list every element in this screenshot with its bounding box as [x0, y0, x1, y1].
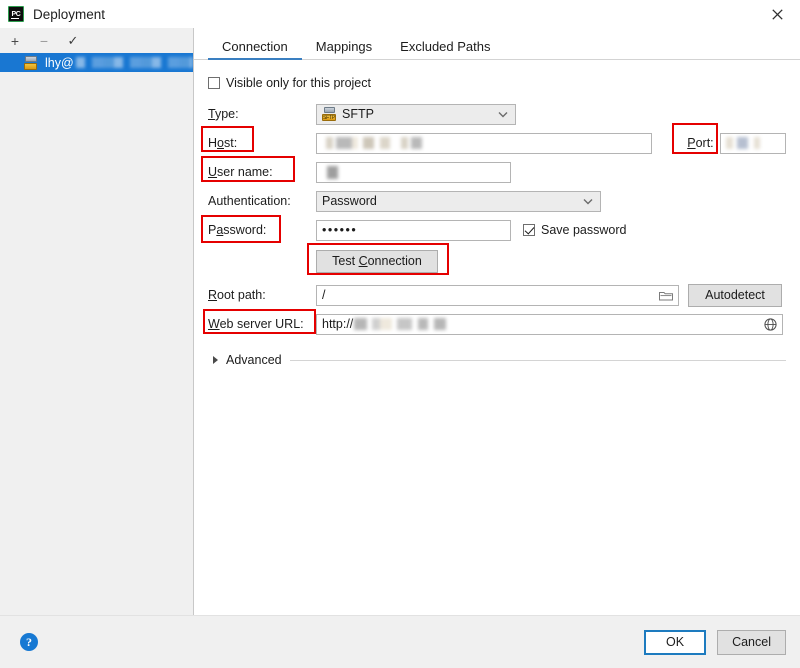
servers-panel: + − ✓ lhy@ [0, 28, 194, 615]
ok-button[interactable]: OK [644, 629, 707, 655]
redacted-url-value [354, 318, 447, 330]
authentication-label: Authentication: [208, 194, 291, 208]
dialog-body: + − ✓ lhy@ Connection Mappings Excluded … [0, 28, 800, 615]
autodetect-button[interactable]: Autodetect [688, 283, 782, 307]
redacted-port-value [725, 137, 760, 149]
servers-toolbar: + − ✓ [0, 28, 193, 53]
tab-bar: Connection Mappings Excluded Paths [194, 28, 800, 60]
save-password-checkbox-label: Save password [541, 223, 627, 237]
password-input[interactable]: •••••• [316, 219, 511, 241]
root-path-value: / [322, 288, 326, 302]
chevron-down-icon [498, 107, 508, 121]
section-divider [289, 359, 786, 361]
deployment-dialog: PC Deployment + − ✓ lhy@ Connection Mapp… [0, 0, 800, 668]
title-bar: PC Deployment [0, 0, 800, 28]
dialog-actions: OK Cancel [644, 629, 786, 655]
web-server-url-input[interactable]: http:// [316, 313, 783, 335]
type-label: Type: [208, 107, 239, 121]
advanced-label: Advanced [226, 353, 282, 367]
port-label: Port: [687, 136, 714, 150]
set-default-button[interactable]: ✓ [64, 32, 82, 50]
visible-only-checkbox-label: Visible only for this project [226, 76, 371, 90]
tab-connection[interactable]: Connection [208, 40, 302, 60]
redacted-user-value [322, 165, 344, 179]
globe-icon[interactable] [764, 317, 777, 331]
list-item[interactable]: lhy@ [0, 53, 193, 72]
web-server-url-value: http:// [322, 317, 354, 331]
pycharm-logo-icon: PC [8, 6, 24, 22]
settings-panel: Connection Mappings Excluded Paths Visib… [194, 28, 800, 615]
advanced-section-toggle[interactable]: Advanced [208, 353, 786, 367]
user-name-input[interactable] [316, 161, 511, 183]
folder-icon[interactable] [659, 290, 673, 301]
checkbox-box [523, 224, 535, 236]
root-path-input[interactable]: / [316, 284, 679, 306]
servers-tree: lhy@ [0, 53, 193, 615]
cancel-button[interactable]: Cancel [717, 629, 786, 655]
visible-only-checkbox[interactable]: Visible only for this project [208, 76, 371, 90]
sftp-icon: SFTP [322, 107, 337, 121]
web-server-url-label: Web server URL: [208, 317, 304, 331]
chevron-down-icon [583, 194, 593, 208]
save-password-checkbox[interactable]: Save password [523, 223, 626, 237]
test-connection-button[interactable]: Test Connection [316, 249, 438, 273]
type-select-value: SFTP [342, 107, 374, 121]
dialog-footer: ? OK Cancel [0, 615, 800, 668]
tab-mappings[interactable]: Mappings [302, 40, 386, 59]
host-input[interactable] [316, 132, 653, 154]
close-icon[interactable] [754, 0, 800, 28]
authentication-select-value: Password [322, 194, 377, 208]
checkbox-box [208, 77, 220, 89]
list-item-label: lhy@ [45, 55, 74, 70]
type-select[interactable]: SFTP SFTP [316, 103, 516, 125]
connection-tab-content: Visible only for this project Type: SFTP… [194, 60, 800, 615]
help-icon[interactable]: ? [20, 633, 38, 651]
sftp-server-icon [24, 55, 40, 70]
host-label: Host: [208, 136, 238, 150]
add-server-button[interactable]: + [6, 32, 24, 50]
chevron-right-icon [213, 356, 218, 364]
tab-excluded-paths[interactable]: Excluded Paths [386, 40, 504, 59]
remove-server-button[interactable]: − [35, 32, 53, 50]
root-path-label: Root path: [208, 288, 266, 302]
redacted-host-text [75, 57, 193, 68]
user-name-label: User name: [208, 165, 273, 179]
password-label: Password: [208, 223, 267, 237]
redacted-host-value [322, 137, 422, 149]
port-input[interactable] [719, 132, 786, 154]
authentication-select[interactable]: Password [316, 190, 601, 212]
window-title: Deployment [33, 6, 106, 22]
